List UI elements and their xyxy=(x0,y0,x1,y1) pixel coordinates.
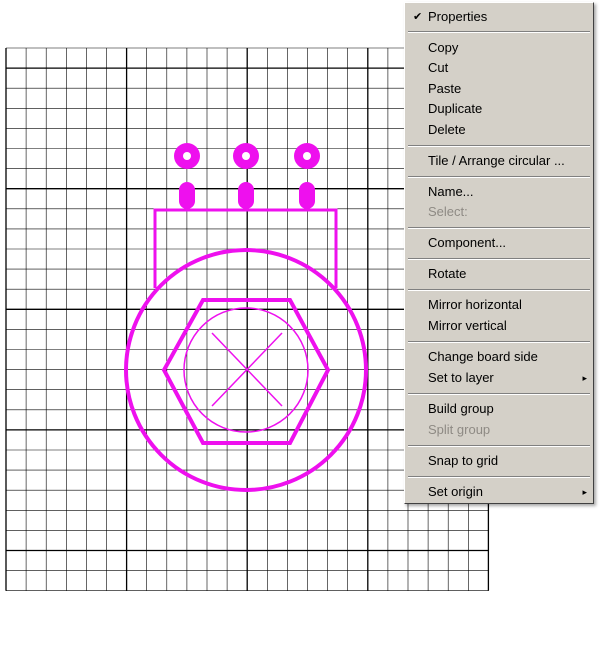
submenu-arrow-icon: ▸ xyxy=(582,373,587,383)
menu-item-set-origin[interactable]: Set origin ▸ xyxy=(405,483,593,501)
menu-label-set-to-layer: Set to layer xyxy=(428,370,494,385)
menu-label-tile-arrange: Tile / Arrange circular ... xyxy=(428,153,565,168)
menu-item-paste[interactable]: Paste xyxy=(405,80,593,98)
menu-label-delete: Delete xyxy=(428,122,466,137)
menu-label-split-group: Split group xyxy=(428,422,491,437)
menu-label-mirror-horizontal: Mirror horizontal xyxy=(428,297,522,312)
pin-leg-2 xyxy=(238,182,254,209)
menu-label-duplicate: Duplicate xyxy=(428,101,483,116)
menu-item-cut[interactable]: Cut xyxy=(405,59,593,77)
menu-separator xyxy=(408,176,590,178)
menu-item-properties[interactable]: ✔ Properties xyxy=(405,8,593,26)
menu-separator xyxy=(408,476,590,478)
menu-label-rotate: Rotate xyxy=(428,266,467,281)
menu-separator xyxy=(408,289,590,291)
menu-label-change-board-side: Change board side xyxy=(428,349,538,364)
menu-label-cut: Cut xyxy=(428,60,449,75)
menu-separator xyxy=(408,393,590,395)
menu-item-mirror-horizontal[interactable]: Mirror horizontal xyxy=(405,296,593,314)
menu-item-change-board-side[interactable]: Change board side xyxy=(405,348,593,366)
menu-label-mirror-vertical: Mirror vertical xyxy=(428,318,507,333)
menu-separator xyxy=(408,31,590,33)
menu-label-snap-to-grid: Snap to grid xyxy=(428,453,499,468)
pad-1[interactable] xyxy=(174,143,200,169)
pin-leg-3 xyxy=(299,182,315,209)
menu-item-select: Select: xyxy=(405,203,593,221)
menu-item-mirror-vertical[interactable]: Mirror vertical xyxy=(405,317,593,335)
menu-item-name[interactable]: Name... xyxy=(405,183,593,201)
menu-label-name: Name... xyxy=(428,184,474,199)
checkmark-icon: ✔ xyxy=(413,11,423,23)
pin-leg-1 xyxy=(179,182,195,209)
menu-label-properties: Properties xyxy=(428,9,488,24)
menu-item-set-to-layer[interactable]: Set to layer ▸ xyxy=(405,369,593,387)
menu-label-copy: Copy xyxy=(428,40,459,55)
menu-separator xyxy=(408,145,590,147)
menu-separator xyxy=(408,258,590,260)
menu-item-split-group: Split group xyxy=(405,421,593,439)
menu-item-tile-arrange[interactable]: Tile / Arrange circular ... xyxy=(405,152,593,170)
menu-label-component: Component... xyxy=(428,235,507,250)
menu-label-paste: Paste xyxy=(428,81,462,96)
menu-label-select: Select: xyxy=(428,204,468,219)
menu-label-set-origin: Set origin xyxy=(428,484,483,499)
menu-item-build-group[interactable]: Build group xyxy=(405,400,593,418)
menu-item-copy[interactable]: Copy xyxy=(405,39,593,57)
menu-separator xyxy=(408,341,590,343)
menu-separator xyxy=(408,227,590,229)
menu-item-snap-to-grid[interactable]: Snap to grid xyxy=(405,452,593,470)
menu-item-delete[interactable]: Delete xyxy=(405,121,593,139)
menu-label-build-group: Build group xyxy=(428,401,494,416)
submenu-arrow-icon: ▸ xyxy=(582,487,587,497)
pad-3[interactable] xyxy=(294,143,320,169)
menu-separator xyxy=(408,445,590,447)
pad-2[interactable] xyxy=(233,143,259,169)
menu-item-component[interactable]: Component... xyxy=(405,234,593,252)
menu-item-duplicate[interactable]: Duplicate xyxy=(405,100,593,118)
context-menu: ✔ Properties Copy Cut Paste Duplicate De… xyxy=(404,2,594,504)
menu-item-rotate[interactable]: Rotate xyxy=(405,265,593,283)
